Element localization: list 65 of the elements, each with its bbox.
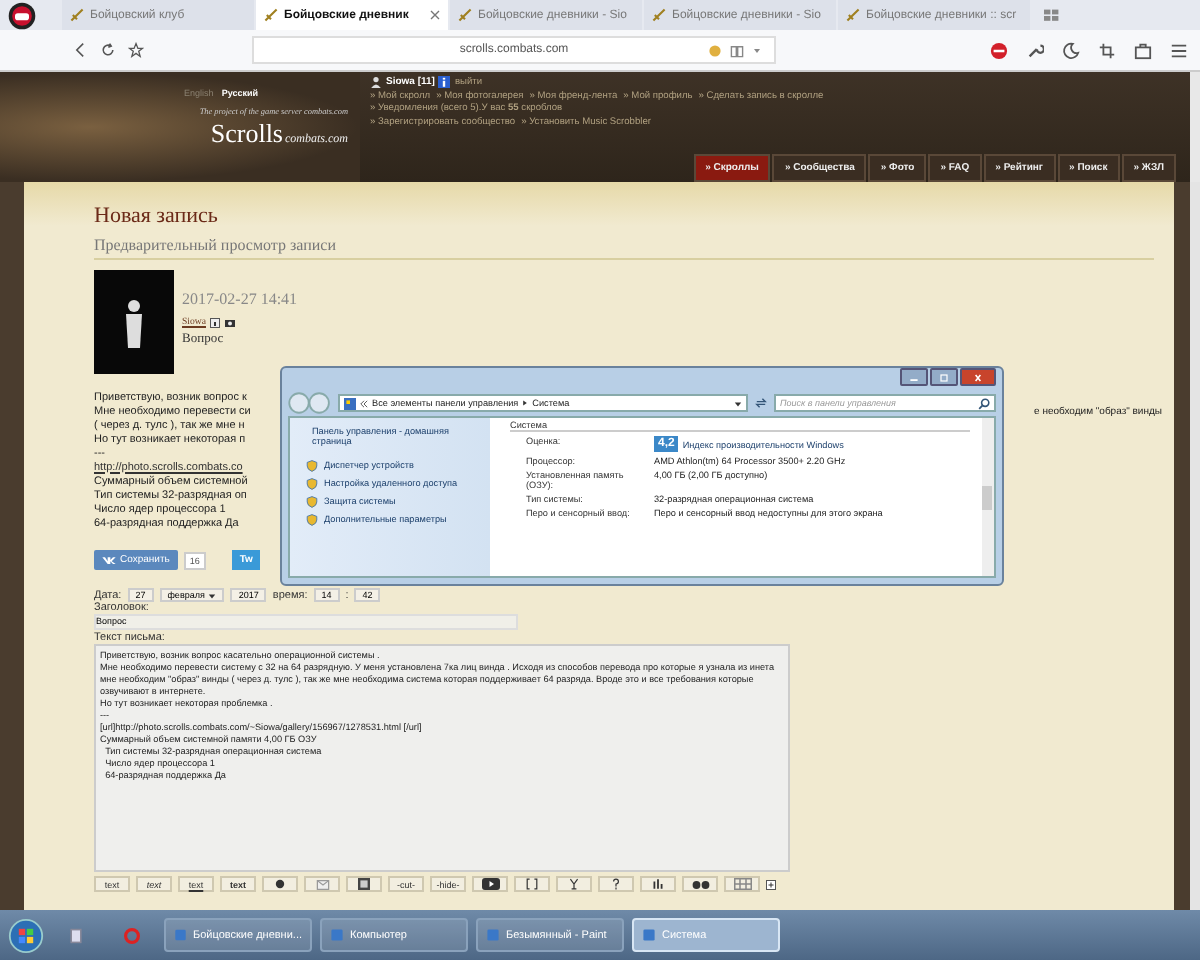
page-title: Новая запись bbox=[94, 204, 218, 228]
info-icon[interactable] bbox=[438, 76, 451, 88]
caret-icon[interactable] bbox=[734, 399, 742, 407]
quote-icon bbox=[274, 878, 286, 890]
crop-icon[interactable] bbox=[1098, 41, 1116, 59]
triangle-icon bbox=[522, 400, 529, 406]
video-icon bbox=[481, 878, 499, 890]
user-icon bbox=[370, 76, 382, 88]
wrench-icon[interactable] bbox=[1026, 41, 1044, 59]
site-logo[interactable]: Scrolls bbox=[210, 118, 283, 150]
quote-button[interactable] bbox=[262, 876, 298, 892]
sword-icon bbox=[458, 8, 472, 22]
moon-icon[interactable] bbox=[1062, 41, 1080, 59]
start-button-icon[interactable] bbox=[8, 917, 44, 953]
page-subtitle: Предварительный просмотр записи bbox=[94, 236, 1154, 260]
image-button[interactable] bbox=[346, 876, 382, 892]
refresh-icon[interactable] bbox=[754, 396, 768, 410]
close-icon[interactable] bbox=[430, 10, 440, 20]
bar-chart-icon bbox=[652, 878, 664, 890]
vk-icon bbox=[102, 556, 116, 564]
question-icon bbox=[610, 878, 622, 890]
window-icon bbox=[174, 928, 188, 942]
maximize-icon bbox=[938, 373, 950, 381]
close-icon bbox=[972, 373, 984, 381]
window-icon bbox=[642, 928, 656, 942]
insert-button[interactable] bbox=[556, 876, 592, 892]
chart-button[interactable] bbox=[640, 876, 676, 892]
document-icon[interactable] bbox=[68, 927, 84, 943]
minimize-button[interactable] bbox=[900, 368, 928, 386]
scrollbar[interactable] bbox=[982, 418, 994, 576]
window-icon bbox=[330, 928, 344, 942]
sword-icon bbox=[70, 8, 84, 22]
sword-icon bbox=[264, 8, 278, 22]
caret-icon bbox=[208, 591, 217, 599]
envelope-icon bbox=[315, 879, 329, 889]
scrollbar[interactable] bbox=[1190, 182, 1200, 910]
chevron-icon bbox=[360, 399, 368, 407]
briefcase-icon[interactable] bbox=[1134, 41, 1152, 59]
reload-icon[interactable] bbox=[100, 42, 116, 58]
camera-icon[interactable] bbox=[224, 318, 236, 328]
smiley-button[interactable] bbox=[682, 876, 718, 892]
window-icon bbox=[486, 928, 500, 942]
close-button[interactable] bbox=[960, 368, 996, 386]
book-icon[interactable] bbox=[730, 43, 744, 57]
menu-icon[interactable] bbox=[1170, 41, 1188, 59]
post-date: 2017-02-27 14:41 bbox=[182, 290, 298, 308]
sword-icon bbox=[652, 8, 666, 22]
insert-button[interactable] bbox=[514, 876, 550, 892]
grid-icon[interactable] bbox=[1044, 7, 1060, 23]
sword-icon bbox=[846, 8, 860, 22]
avatar-photo-placeholder bbox=[94, 270, 174, 374]
table-icon bbox=[733, 878, 751, 890]
expand-icon[interactable] bbox=[766, 879, 776, 889]
video-button[interactable] bbox=[472, 876, 508, 892]
image-icon bbox=[358, 878, 370, 890]
poll-button[interactable] bbox=[598, 876, 634, 892]
minimize-icon bbox=[908, 373, 920, 381]
info-icon[interactable] bbox=[210, 318, 220, 328]
star-icon[interactable] bbox=[128, 42, 144, 58]
scrollbar[interactable] bbox=[1190, 72, 1200, 182]
bracket-icon bbox=[526, 878, 538, 890]
maximize-button[interactable] bbox=[930, 368, 958, 386]
search-icon bbox=[978, 397, 990, 409]
back-icon[interactable] bbox=[72, 42, 88, 58]
stop-icon[interactable] bbox=[990, 41, 1008, 59]
